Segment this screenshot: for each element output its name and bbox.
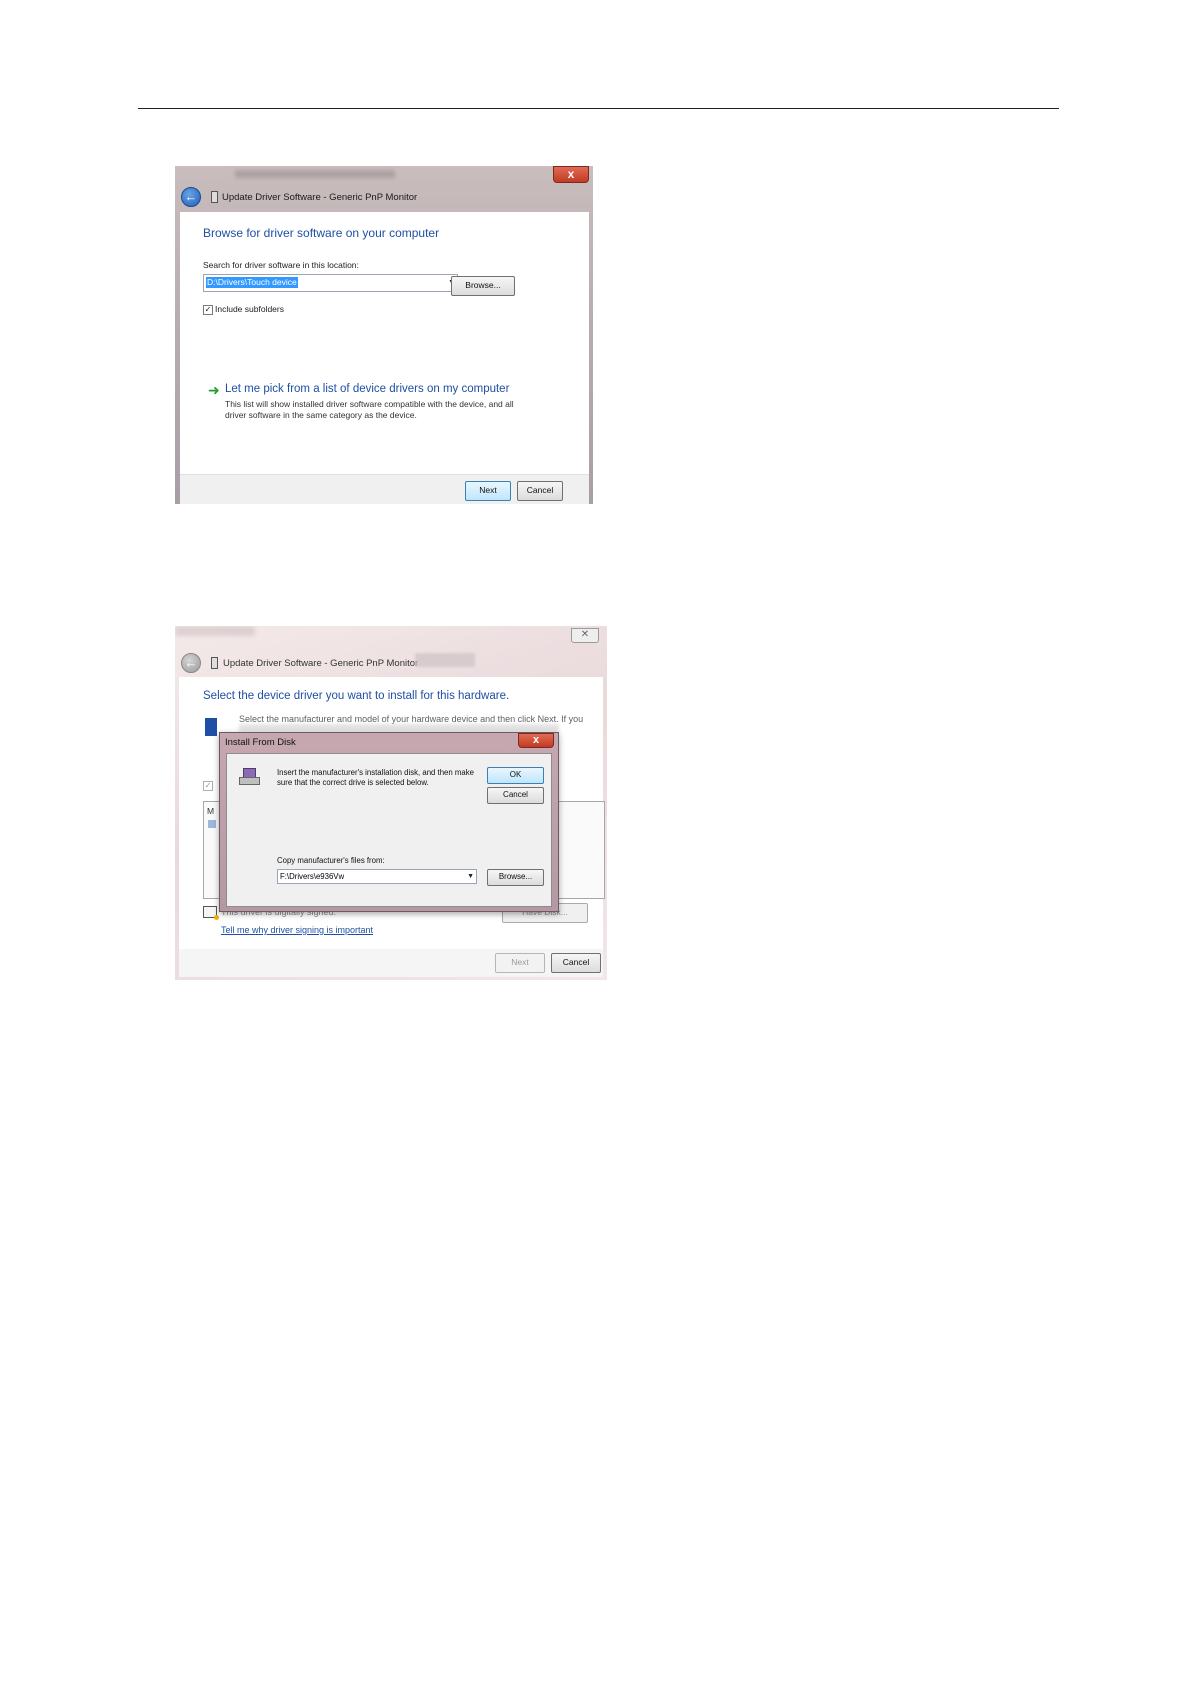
next-button[interactable]: Next — [495, 953, 545, 973]
driver-signing-link[interactable]: Tell me why driver signing is important — [221, 925, 373, 935]
page-heading: Browse for driver software on your compu… — [203, 226, 440, 240]
path-combobox[interactable]: D:\Drivers\Touch device ▼ — [203, 274, 458, 292]
update-driver-window-select: ✕ ← Update Driver Software - Generic PnP… — [175, 626, 607, 980]
search-location-label: Search for driver software in this locat… — [203, 260, 359, 270]
window-title: Update Driver Software - Generic PnP Mon… — [222, 192, 418, 203]
close-icon[interactable]: x — [518, 733, 554, 748]
cancel-button[interactable]: Cancel — [487, 787, 544, 804]
cancel-button[interactable]: Cancel — [517, 481, 563, 501]
browse-button[interactable]: Browse... — [487, 869, 544, 886]
blurred-background-text — [175, 626, 255, 636]
ok-button[interactable]: OK — [487, 767, 544, 784]
cancel-button[interactable]: Cancel — [551, 953, 601, 973]
dropdown-arrow-icon[interactable]: ▼ — [467, 871, 474, 882]
browse-button[interactable]: Browse... — [451, 276, 515, 296]
update-driver-window-browse: x ← Update Driver Software - Generic PnP… — [175, 166, 593, 504]
close-icon[interactable]: ✕ — [571, 628, 599, 643]
show-compatible-checkbox[interactable]: ✓ — [203, 781, 213, 791]
window-title: Update Driver Software - Generic PnP Mon… — [223, 658, 419, 669]
content-panel — [180, 212, 589, 504]
blurred-button — [415, 653, 475, 667]
disk-drive-icon — [239, 768, 260, 785]
include-subfolders-label: Include subfolders — [215, 304, 284, 314]
path-input[interactable]: D:\Drivers\Touch device — [206, 277, 298, 288]
include-subfolders-checkbox[interactable]: ✓ — [203, 305, 213, 315]
close-icon[interactable]: x — [553, 166, 589, 183]
back-arrow-icon[interactable]: ← — [181, 653, 201, 673]
instruction-text: Select the manufacturer and model of you… — [239, 714, 584, 724]
device-icon — [211, 191, 218, 203]
copy-files-input[interactable]: F:\Drivers\e936Vw — [280, 871, 344, 882]
blurred-background-title — [235, 170, 395, 178]
manufacturer-header-fragment: M — [207, 806, 215, 816]
back-arrow-icon[interactable]: ← — [181, 187, 201, 207]
pick-from-list-link[interactable]: Let me pick from a list of device driver… — [225, 383, 509, 395]
certificate-icon — [203, 906, 219, 920]
copy-files-label: Copy manufacturer's files from: — [277, 856, 385, 865]
pick-from-list-description: This list will show installed driver sof… — [225, 399, 514, 420]
monitor-icon — [205, 718, 217, 736]
instruction-text-blurred — [239, 724, 559, 732]
insert-disk-message: Insert the manufacturer's installation d… — [277, 768, 474, 787]
dialog-title: Install From Disk — [225, 737, 296, 748]
page-heading: Select the device driver you want to ins… — [203, 690, 510, 702]
next-button[interactable]: Next — [465, 481, 511, 501]
dialog-body: Insert the manufacturer's installation d… — [226, 753, 552, 907]
page-header-rule — [138, 108, 1059, 109]
green-arrow-icon: ➜ — [208, 382, 220, 398]
copy-files-combobox[interactable]: F:\Drivers\e936Vw ▼ — [277, 869, 477, 884]
install-from-disk-dialog: Install From Disk x Insert the manufactu… — [219, 732, 559, 912]
device-icon — [211, 657, 218, 669]
list-item[interactable] — [208, 820, 216, 828]
